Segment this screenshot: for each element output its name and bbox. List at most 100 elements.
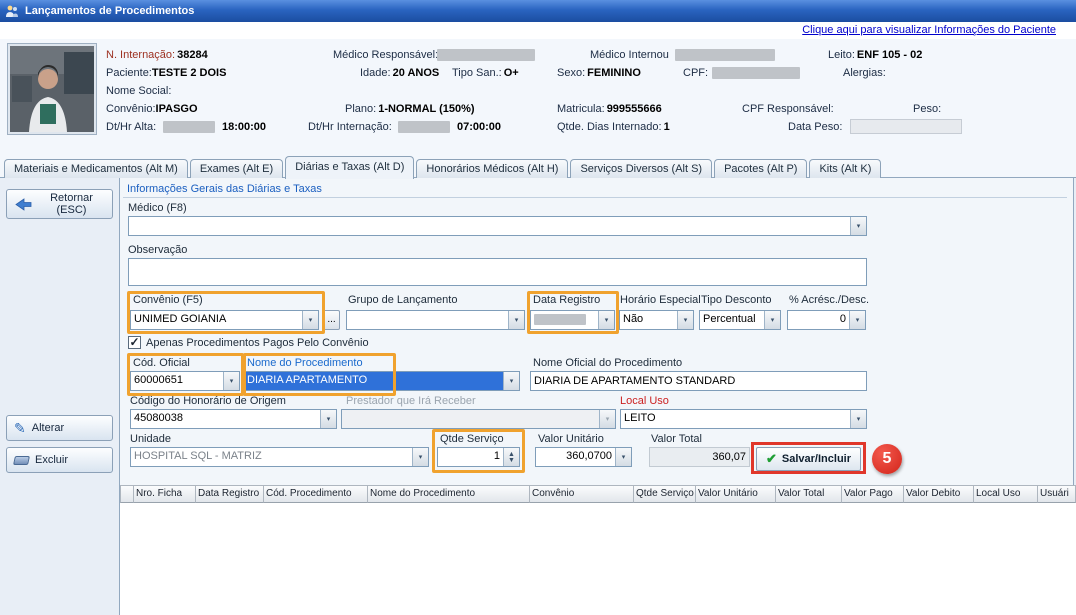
acresc-desc-combo[interactable]: 0 ▾ <box>787 310 866 330</box>
qtde-servico-spinner[interactable]: 1 ▲▼ <box>437 447 520 467</box>
chevron-down-icon[interactable]: ▾ <box>677 311 693 329</box>
cod-oficial-combo[interactable]: 60000651 ▾ <box>130 371 240 391</box>
grid-col-usuario[interactable]: Usuári <box>1038 485 1076 503</box>
chevron-down-icon[interactable]: ▾ <box>320 410 336 428</box>
grid-body[interactable] <box>120 503 1076 615</box>
salvar-incluir-label: Salvar/Incluir <box>782 453 851 465</box>
data-registro-label: Data Registro <box>533 294 600 306</box>
field-idade: Idade:20 ANOS <box>360 67 439 79</box>
tipo-desconto-label: Tipo Desconto <box>701 294 772 306</box>
excluir-label: Excluir <box>35 454 68 466</box>
grid-col-nro-ficha[interactable]: Nro. Ficha <box>134 485 196 503</box>
valor-unitario-combo[interactable]: 360,0700 ▾ <box>535 447 632 467</box>
field-dthr-alta: Dt/Hr Alta: <box>106 121 156 133</box>
local-uso-label: Local Uso <box>620 395 669 407</box>
chevron-down-icon[interactable]: ▾ <box>849 311 865 329</box>
chevron-down-icon: ▾ <box>412 448 428 466</box>
field-dthr-alta-time: 18:00:00 <box>222 121 266 133</box>
grupo-combo[interactable]: ▾ <box>346 310 525 330</box>
observacao-label: Observação <box>128 244 187 256</box>
valor-total-field <box>649 447 750 467</box>
grid-col-qtde-servico[interactable]: Qtde Serviço <box>634 485 696 503</box>
nome-oficial-input[interactable] <box>530 371 867 391</box>
step-badge: 5 <box>872 444 902 474</box>
retornar-button[interactable]: Retornar (ESC) <box>6 189 113 219</box>
grupo-label: Grupo de Lançamento <box>348 294 457 306</box>
grid-col-valor-pago[interactable]: Valor Pago <box>842 485 904 503</box>
grid-col-valor-total[interactable]: Valor Total <box>776 485 842 503</box>
excluir-button[interactable]: Excluir <box>6 447 113 473</box>
convenio-combo[interactable]: UNIMED GOIANIA ▾ <box>130 310 319 330</box>
nome-oficial-label: Nome Oficial do Procedimento <box>533 357 682 369</box>
field-paciente: Paciente:TESTE 2 DOIS <box>106 67 226 79</box>
field-data-peso: Data Peso: <box>788 121 842 133</box>
chevron-down-icon[interactable]: ▾ <box>223 372 239 390</box>
checkbox-check-icon: ✓ <box>129 335 139 349</box>
tab-diarias-taxas[interactable]: Diárias e Taxas (Alt D) <box>285 156 414 179</box>
cod-oficial-label: Cód. Oficial <box>133 357 190 369</box>
grid-col-valor-debito[interactable]: Valor Debito <box>904 485 974 503</box>
field-dthr-internacao: Dt/Hr Internação: <box>308 121 392 133</box>
qtde-servico-label: Qtde Serviço <box>440 433 504 445</box>
chevron-down-icon[interactable]: ▾ <box>508 311 524 329</box>
field-peso: Peso: <box>913 103 941 115</box>
grid-col-nome-procedimento[interactable]: Nome do Procedimento <box>368 485 530 503</box>
medico-label: Médico (F8) <box>128 202 187 214</box>
local-uso-combo[interactable]: LEITO ▾ <box>620 409 867 429</box>
grid-col-convenio[interactable]: Convênio <box>530 485 634 503</box>
redacted-data-registro <box>534 314 586 325</box>
tab-pacotes[interactable]: Pacotes (Alt P) <box>714 159 807 178</box>
chevron-down-icon[interactable]: ▾ <box>598 311 614 329</box>
grid-col-local-uso[interactable]: Local Uso <box>974 485 1038 503</box>
tab-kits[interactable]: Kits (Alt K) <box>809 159 881 178</box>
redacted-medico-internou <box>675 49 775 61</box>
chevron-down-icon[interactable]: ▾ <box>615 448 631 466</box>
salvar-incluir-button[interactable]: ✔ Salvar/Incluir <box>756 447 861 471</box>
patient-info-link[interactable]: Clique aqui para visualizar Informações … <box>802 24 1056 36</box>
app-icon <box>5 4 19 18</box>
patient-photo <box>8 44 96 134</box>
pencil-icon: ✎ <box>14 423 26 433</box>
chevron-down-icon: ▾ <box>599 410 615 428</box>
medico-combo[interactable]: ▾ <box>128 216 867 236</box>
field-n-internacao: N. Internação:38284 <box>106 49 208 61</box>
redacted-dthr-internacao <box>398 121 450 133</box>
grid-col-cod-procedimento[interactable]: Cód. Procedimento <box>264 485 368 503</box>
tab-honorarios[interactable]: Honorários Médicos (Alt H) <box>416 159 568 178</box>
tab-servicos[interactable]: Serviços Diversos (Alt S) <box>570 159 712 178</box>
prestador-label: Prestador que Irá Receber <box>346 395 476 407</box>
redacted-medico-responsavel <box>437 49 535 61</box>
chevron-down-icon[interactable]: ▾ <box>503 372 519 390</box>
unidade-combo: HOSPITAL SQL - MATRIZ ▾ <box>130 447 429 467</box>
unidade-label: Unidade <box>130 433 171 445</box>
convenio-f5-label: Convênio (F5) <box>133 294 203 306</box>
chevron-down-icon[interactable]: ▾ <box>302 311 318 329</box>
field-matricula: Matricula:999555666 <box>557 103 662 115</box>
grid-col-data-registro[interactable]: Data Registro <box>196 485 264 503</box>
nome-procedimento-combo[interactable]: DIARIA APARTAMENTO ▾ <box>243 371 520 391</box>
chevron-down-icon[interactable]: ▾ <box>764 311 780 329</box>
retornar-label: Retornar (ESC) <box>38 192 105 216</box>
tab-materiais[interactable]: Materiais e Medicamentos (Alt M) <box>4 159 188 178</box>
chevron-down-icon[interactable]: ▾ <box>850 410 866 428</box>
field-nome-social: Nome Social: <box>106 85 171 97</box>
grid-col-valor-unitario[interactable]: Valor Unitário <box>696 485 776 503</box>
tipo-desconto-combo[interactable]: Percentual ▾ <box>699 310 781 330</box>
app-window: Lançamentos de Procedimentos Clique aqui… <box>0 0 1076 615</box>
horario-especial-combo[interactable]: Não ▾ <box>619 310 694 330</box>
nome-procedimento-label: Nome do Procedimento <box>247 357 363 369</box>
data-registro-combo[interactable]: ▾ <box>530 310 615 330</box>
section-divider <box>123 197 1067 198</box>
apenas-pagos-checkbox[interactable]: ✓ <box>128 336 141 349</box>
apenas-pagos-label: Apenas Procedimentos Pagos Pelo Convênio <box>146 337 369 349</box>
browse-convenio-button[interactable]: ... <box>323 310 340 330</box>
title-bar: Lançamentos de Procedimentos <box>0 0 1076 22</box>
spinner-arrows-icon[interactable]: ▲▼ <box>503 448 519 466</box>
chevron-down-icon[interactable]: ▾ <box>850 217 866 235</box>
tab-exames[interactable]: Exames (Alt E) <box>190 159 283 178</box>
observacao-input[interactable] <box>128 258 867 286</box>
cod-honorario-combo[interactable]: 45080038 ▾ <box>130 409 337 429</box>
field-medico-internou: Médico Internou <box>590 49 669 61</box>
alterar-button[interactable]: ✎ Alterar <box>6 415 113 441</box>
grid-header: Nro. Ficha Data Registro Cód. Procedimen… <box>120 485 1076 503</box>
